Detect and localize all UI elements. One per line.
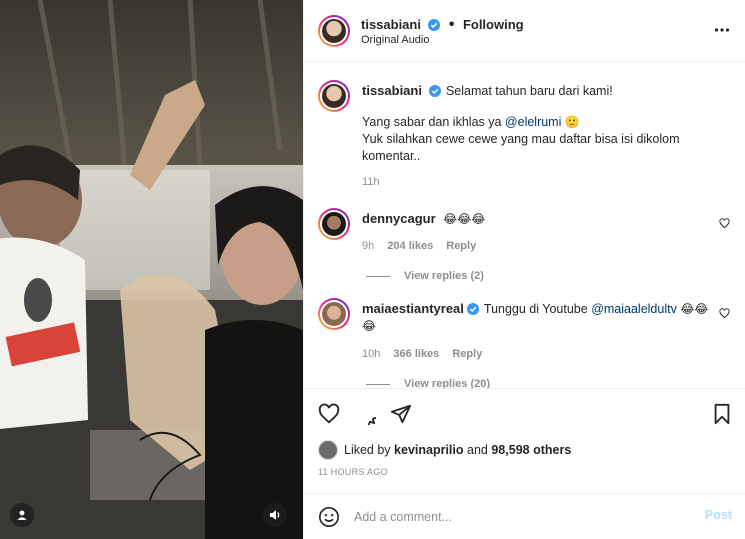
user-icon (17, 510, 27, 520)
more-options-icon[interactable] (714, 22, 730, 38)
comment-emoji: 😂😂 (680, 302, 709, 316)
likes-others[interactable]: 98,598 others (491, 443, 571, 457)
audio-toggle-button[interactable] (263, 503, 287, 527)
comment-input[interactable] (352, 506, 676, 528)
post-video[interactable] (0, 0, 303, 539)
video-frame (0, 0, 303, 539)
replies-divider (366, 383, 390, 385)
caption-line-2: Yang sabar dan ikhlas ya (362, 115, 505, 129)
comment-item: dennycagur 😂😂😂 9h 204 likes Reply View r… (318, 208, 730, 288)
comment-time[interactable]: 9h (362, 240, 374, 252)
comment-icon[interactable] (354, 403, 376, 425)
comment-emoji-line-2: 😂 (362, 319, 377, 333)
caption-text: tissabiani Selamat tahun baru dari kami! … (362, 82, 712, 165)
post-timestamp[interactable]: 11 HOURS AGO (318, 467, 388, 477)
action-bar (304, 388, 745, 438)
verified-icon (466, 303, 479, 315)
likes-summary[interactable]: Liked by kevinaprilio and 98,598 others (318, 440, 571, 460)
author-username[interactable]: tissabiani (361, 17, 421, 32)
comment-meta: 10h 366 likes Reply (362, 348, 492, 360)
comments-list[interactable]: tissabiani Selamat tahun baru dari kami! … (304, 62, 745, 388)
liker-username[interactable]: kevinaprilio (394, 443, 463, 457)
add-comment-bar: Post (304, 493, 745, 539)
separator-dot: • (448, 16, 455, 33)
caption-line-3: Yuk silahkan cewe cewe yang mau daftar b… (362, 132, 680, 146)
comment-likes[interactable]: 204 likes (387, 240, 433, 252)
caption-avatar[interactable] (318, 80, 350, 112)
reply-button[interactable]: Reply (452, 348, 482, 360)
sound-icon (270, 510, 280, 520)
heart-icon[interactable] (719, 218, 730, 229)
emoji-icon[interactable] (318, 506, 340, 528)
following-button[interactable]: Following (463, 17, 524, 32)
heart-icon[interactable] (318, 403, 340, 425)
comment-avatar[interactable] (318, 298, 350, 330)
instagram-post: tissabiani • Following Original Audio ti… (0, 0, 745, 539)
reply-button[interactable]: Reply (446, 240, 476, 252)
tagged-users-button[interactable] (10, 503, 34, 527)
post-comment-button[interactable]: Post (705, 508, 732, 522)
verified-icon (428, 19, 441, 31)
caption-mention[interactable]: @elelrumi (505, 115, 561, 129)
caption-meta: 11h (362, 176, 390, 188)
comment-item: maiaestiantyreal Tunggu di Youtube @maiaa… (318, 298, 730, 388)
comment-avatar[interactable] (318, 208, 350, 240)
caption-line-1: Selamat tahun baru dari kami! (445, 84, 613, 98)
post-header: tissabiani • Following Original Audio (304, 0, 745, 62)
share-icon[interactable] (390, 403, 412, 425)
view-replies-button[interactable]: View replies (2) (366, 270, 484, 282)
comment-mention[interactable]: @maiaaleldultv (591, 302, 677, 316)
caption-emoji: 🙂 (564, 115, 580, 129)
comment-username[interactable]: maiaestiantyreal (362, 301, 464, 316)
liker-avatar[interactable] (318, 440, 338, 460)
comment-username[interactable]: dennycagur (362, 211, 436, 226)
likes-prefix: Liked by (344, 443, 391, 457)
comment-text: Tunggu di Youtube (483, 302, 592, 316)
view-replies-label: View replies (20) (404, 378, 491, 388)
view-replies-button[interactable]: View replies (20) (366, 378, 490, 388)
post-side-panel: tissabiani • Following Original Audio ti… (303, 0, 745, 539)
comment-text: 😂😂😂 (443, 212, 486, 226)
caption-line-4: komentar.. (362, 149, 421, 163)
comment-meta: 9h 204 likes Reply (362, 240, 486, 252)
author-avatar[interactable] (318, 15, 350, 47)
comment-likes[interactable]: 366 likes (393, 348, 439, 360)
caption-username[interactable]: tissabiani (362, 83, 422, 98)
comment-time[interactable]: 10h (362, 348, 380, 360)
bookmark-icon[interactable] (712, 403, 732, 425)
caption-time[interactable]: 11h (362, 176, 380, 188)
audio-label[interactable]: Original Audio (361, 34, 430, 46)
replies-divider (366, 275, 390, 277)
caption: tissabiani Selamat tahun baru dari kami! … (318, 78, 730, 198)
heart-icon[interactable] (719, 308, 730, 319)
view-replies-label: View replies (2) (404, 270, 484, 282)
likes-and: and (467, 443, 488, 457)
verified-icon (428, 85, 441, 97)
